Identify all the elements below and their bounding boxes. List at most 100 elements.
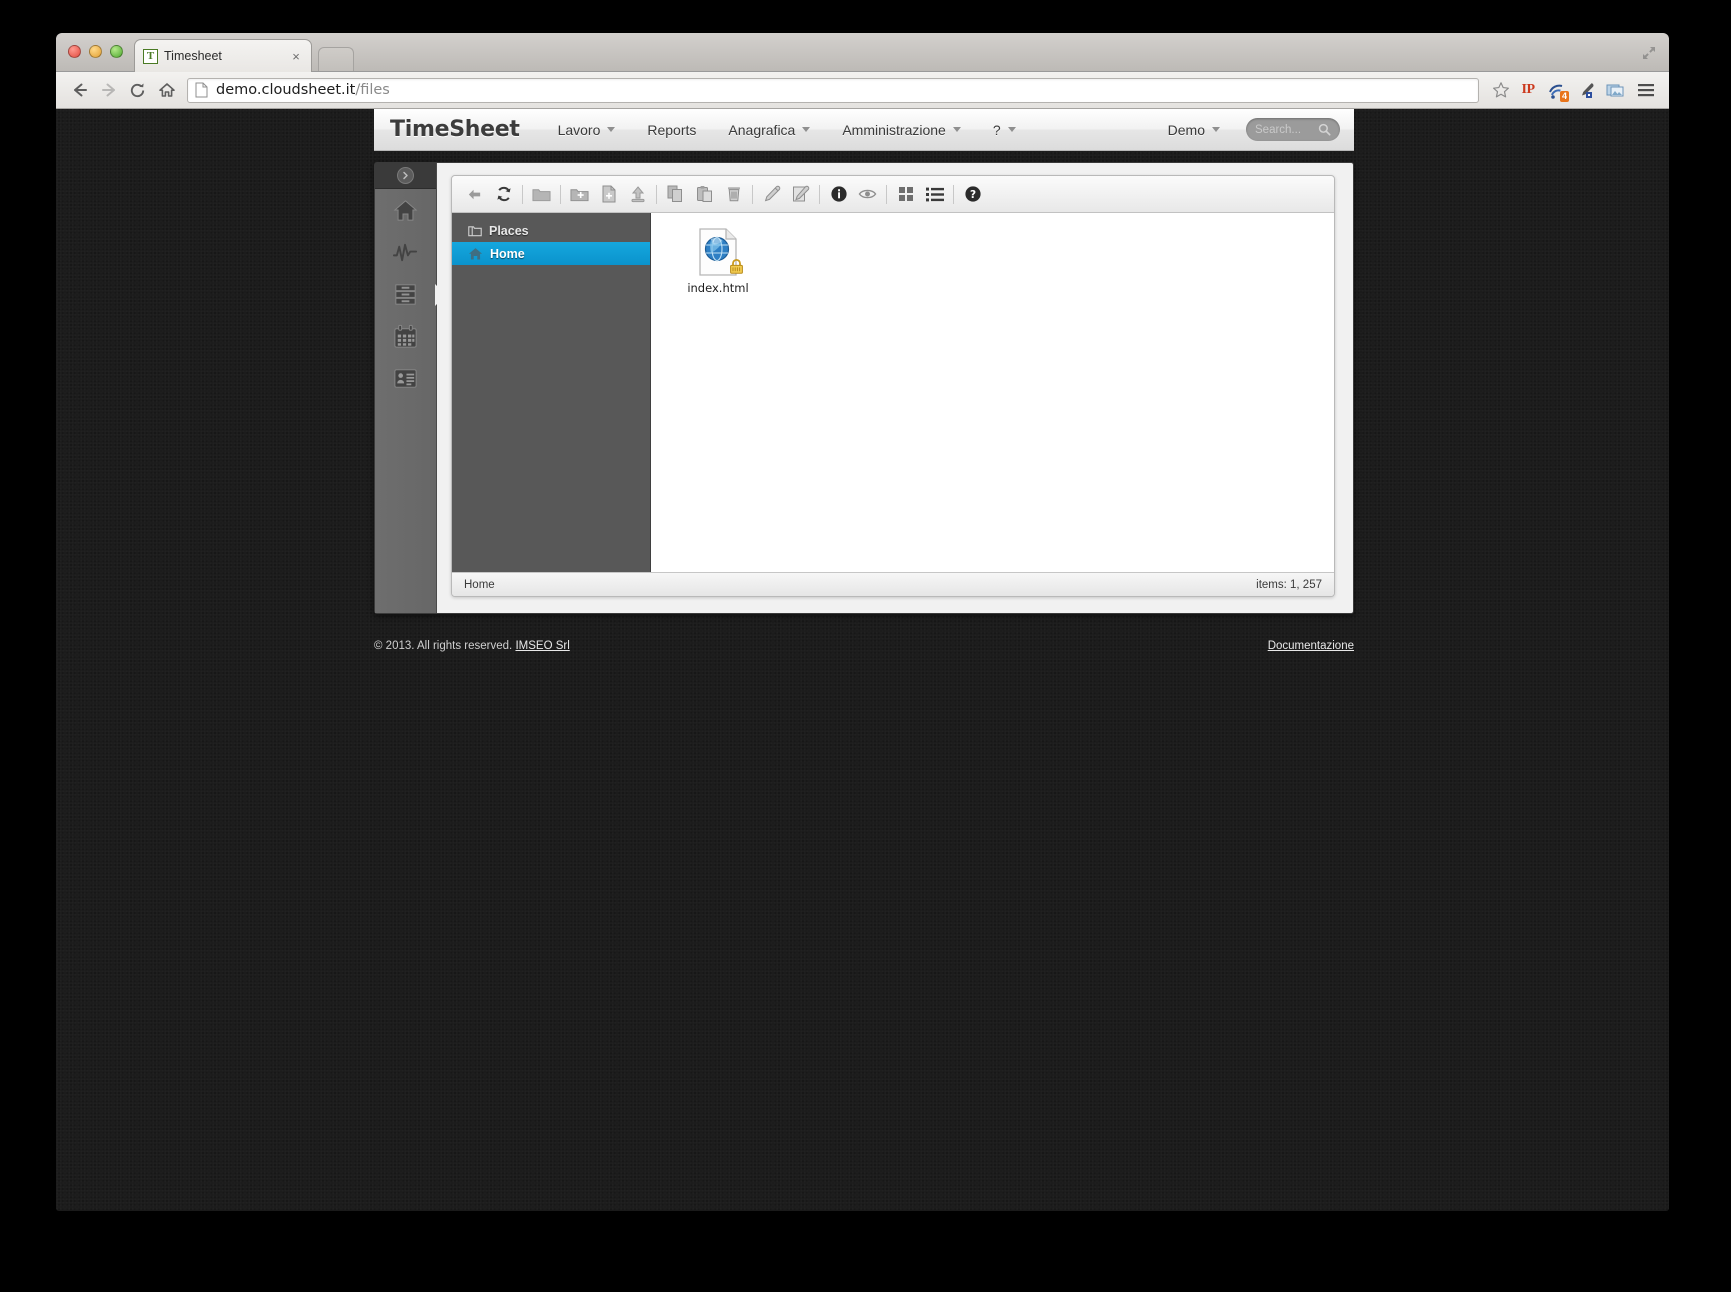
- forward-icon[interactable]: [95, 77, 122, 103]
- nav-label: Lavoro: [558, 122, 601, 138]
- chevron-down-icon: [1008, 127, 1016, 132]
- file-name-label: index.html: [687, 281, 748, 295]
- browser-tab[interactable]: T Timesheet ×: [134, 39, 312, 72]
- browser-tab-strip: T Timesheet ×: [56, 33, 1669, 72]
- file-manager-tree: Places Home: [452, 213, 651, 572]
- toolbar-separator: [522, 185, 523, 204]
- image-extension-icon[interactable]: [1602, 77, 1628, 103]
- chevron-down-icon: [802, 127, 810, 132]
- toolbar-separator: [752, 185, 753, 204]
- grid-view-button[interactable]: [893, 182, 918, 207]
- reload-icon[interactable]: [124, 77, 151, 103]
- tab-favicon-icon: T: [143, 49, 158, 64]
- nav-item-help[interactable]: ?: [977, 109, 1032, 151]
- file-manager-container: ? Places: [437, 163, 1353, 613]
- chevron-down-icon: [607, 127, 615, 132]
- help-button[interactable]: ?: [960, 182, 985, 207]
- nav-item-amministrazione[interactable]: Amministrazione: [826, 109, 976, 151]
- tree-item-places[interactable]: Places: [452, 219, 650, 242]
- window-close-button[interactable]: [68, 45, 81, 58]
- refresh-button[interactable]: [491, 182, 516, 207]
- calendar-icon: [392, 323, 419, 350]
- file-manager-file-list[interactable]: index.html: [651, 213, 1334, 572]
- pulse-icon: [392, 239, 419, 266]
- list-view-button[interactable]: [922, 182, 947, 207]
- delete-button[interactable]: [721, 182, 746, 207]
- documentation-link[interactable]: Documentazione: [1268, 640, 1354, 652]
- browser-menu-icon[interactable]: [1633, 77, 1659, 103]
- address-path: /files: [355, 82, 390, 98]
- ip-extension-icon[interactable]: IP: [1515, 77, 1541, 103]
- new-tab-button[interactable]: [318, 47, 354, 71]
- app-brand[interactable]: TimeSheet: [390, 117, 520, 142]
- status-item-count: items: 1, 257: [1256, 579, 1322, 591]
- edit-button[interactable]: [788, 182, 813, 207]
- new-file-button[interactable]: [596, 182, 621, 207]
- nav-item-lavoro[interactable]: Lavoro: [542, 109, 632, 151]
- window-minimize-button[interactable]: [89, 45, 102, 58]
- chevron-down-icon: [1212, 127, 1220, 132]
- user-label: Demo: [1168, 122, 1205, 138]
- nav-label: Anagrafica: [728, 122, 795, 138]
- address-host: demo.cloudsheet.it: [216, 82, 355, 98]
- file-tile-index-html[interactable]: index.html: [675, 227, 761, 295]
- bookmark-star-icon[interactable]: [1490, 77, 1512, 103]
- new-folder-button[interactable]: [567, 182, 592, 207]
- toolbar-separator: [819, 185, 820, 204]
- html-document-icon: [697, 227, 739, 277]
- open-folder-button[interactable]: [529, 182, 554, 207]
- home-icon: [468, 247, 483, 261]
- search-icon: [1318, 123, 1331, 136]
- preview-button[interactable]: [855, 182, 880, 207]
- extension-badge: 4: [1560, 91, 1569, 102]
- wifi-extension-icon[interactable]: 4: [1544, 77, 1570, 103]
- search-input[interactable]: Search...: [1255, 124, 1318, 136]
- back-button[interactable]: [462, 182, 487, 207]
- file-cabinet-icon: [392, 281, 419, 308]
- upload-button[interactable]: [625, 182, 650, 207]
- tree-item-label: Places: [489, 224, 529, 238]
- paste-button[interactable]: [692, 182, 717, 207]
- sidebar-icon-rail: [375, 163, 437, 613]
- nav-item-anagrafica[interactable]: Anagrafica: [712, 109, 826, 151]
- eyedropper-extension-icon[interactable]: [1573, 77, 1599, 103]
- sidebar-item-contacts[interactable]: [375, 357, 436, 399]
- active-section-pointer: [435, 284, 446, 306]
- page-icon: [195, 82, 208, 98]
- app-navbar: TimeSheet Lavoro Reports Anagrafica Ammi…: [374, 109, 1354, 151]
- sidebar-item-home[interactable]: [375, 189, 436, 231]
- info-button[interactable]: [826, 182, 851, 207]
- contact-card-icon: [392, 365, 419, 392]
- company-link[interactable]: IMSEO Srl: [515, 640, 569, 652]
- tree-item-home[interactable]: Home: [452, 242, 650, 265]
- rename-button[interactable]: [759, 182, 784, 207]
- tree-item-label: Home: [490, 247, 525, 261]
- nav-label: ?: [993, 122, 1001, 138]
- copy-button[interactable]: [663, 182, 688, 207]
- home-icon[interactable]: [153, 77, 180, 103]
- back-icon[interactable]: [66, 77, 93, 103]
- window-traffic-lights: [68, 45, 123, 58]
- nav-item-reports[interactable]: Reports: [631, 109, 712, 151]
- nav-item-user-demo[interactable]: Demo: [1152, 109, 1236, 151]
- collapse-rail-button[interactable]: [397, 167, 414, 184]
- sidebar-item-archive[interactable]: [375, 273, 436, 315]
- sidebar-item-calendar[interactable]: [375, 315, 436, 357]
- sidebar-item-activity[interactable]: [375, 231, 436, 273]
- toolbar-separator: [886, 185, 887, 204]
- fullscreen-icon[interactable]: [1639, 43, 1659, 63]
- page-viewport: TimeSheet Lavoro Reports Anagrafica Ammi…: [56, 109, 1669, 1210]
- address-bar-text: demo.cloudsheet.it/files: [216, 82, 390, 98]
- toolbar-separator: [656, 185, 657, 204]
- page-footer: © 2013. All rights reserved. IMSEO Srl D…: [374, 634, 1354, 658]
- window-maximize-button[interactable]: [110, 45, 123, 58]
- file-manager-toolbar: ?: [452, 176, 1334, 213]
- home-icon: [392, 197, 419, 224]
- tab-close-icon[interactable]: ×: [289, 49, 303, 64]
- address-bar[interactable]: demo.cloudsheet.it/files: [187, 78, 1479, 103]
- app-shell: ? Places: [374, 162, 1354, 614]
- chevron-down-icon: [953, 127, 961, 132]
- status-current-path: Home: [464, 579, 495, 591]
- browser-url-bar: demo.cloudsheet.it/files IP 4: [56, 72, 1669, 109]
- search-box[interactable]: Search...: [1246, 118, 1340, 141]
